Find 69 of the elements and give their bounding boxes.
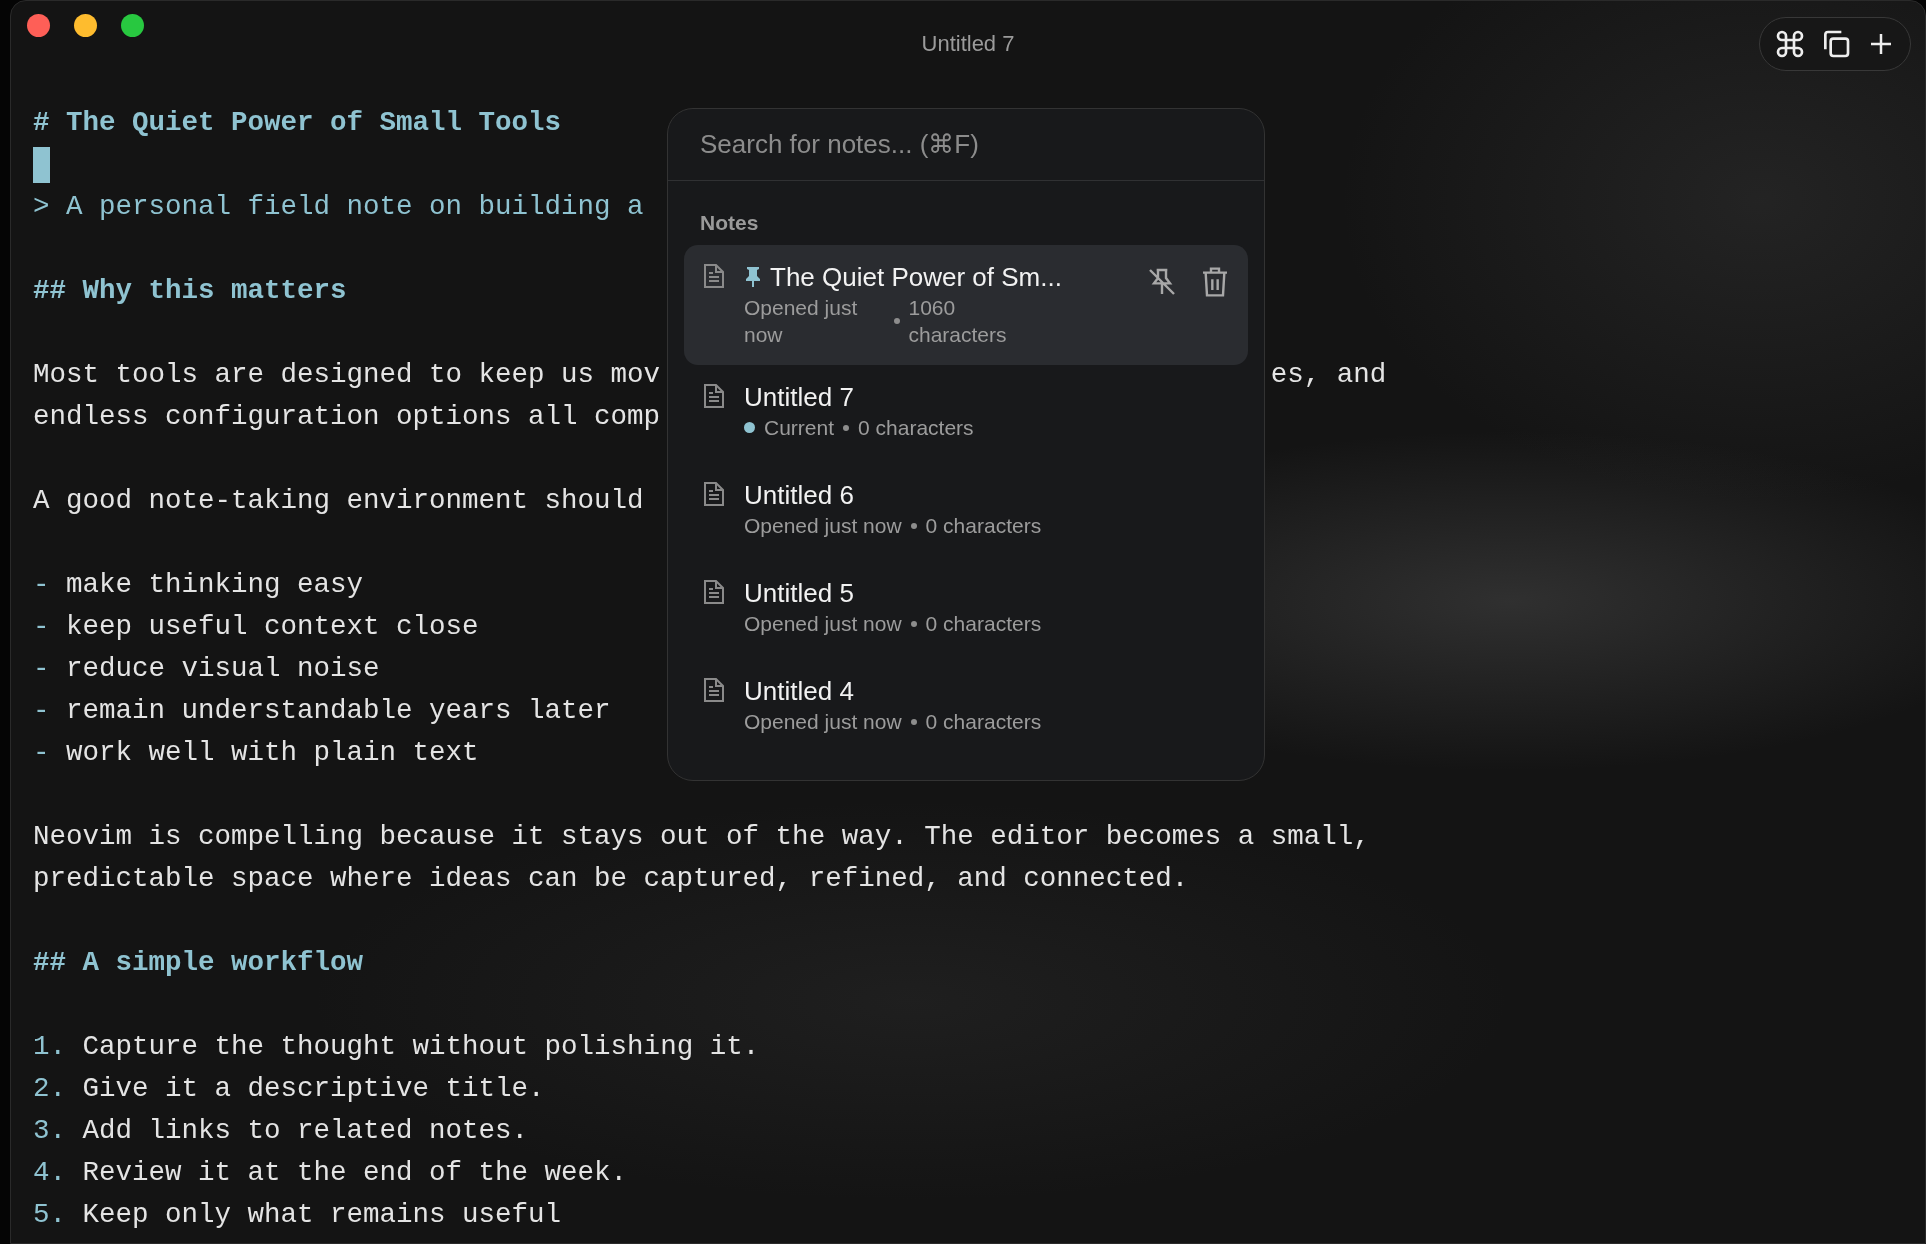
list-marker: - (33, 737, 50, 768)
note-status: Opened just now (744, 295, 859, 348)
subheading-line: ## Why this matters (33, 274, 347, 308)
window-title: Untitled 7 (921, 31, 1015, 56)
note-title: Untitled 7 (744, 382, 854, 412)
document-icon (702, 578, 726, 606)
text-line: A good note-taking environment should (33, 484, 644, 518)
list-item-text: make thinking easy (66, 569, 364, 600)
separator-dot (843, 424, 850, 431)
list-item-text: keep useful context close (66, 611, 479, 642)
list-marker: 1. (33, 1031, 66, 1062)
list-item-text: work well with plain text (66, 737, 479, 768)
list-marker: - (33, 653, 50, 684)
separator-dot (910, 718, 917, 725)
list-item-text: Capture the thought without polishing it. (82, 1031, 760, 1062)
list-item-text: Review it at the end of the week. (82, 1157, 628, 1188)
minimize-button[interactable] (74, 13, 97, 37)
list-marker: 3. (33, 1115, 66, 1146)
text-line: endless configuration options all comp (33, 400, 661, 434)
search-field[interactable]: Search for notes... (⌘F) (668, 109, 1264, 181)
note-item[interactable]: Untitled 4 Opened just now 0 characters (684, 663, 1248, 748)
note-size: 0 characters (925, 611, 1042, 637)
list-marker: - (33, 695, 50, 726)
note-title: Untitled 4 (744, 676, 854, 706)
text-line: es, and (1270, 358, 1387, 392)
note-item[interactable]: Untitled 6 Opened just now 0 characters (684, 467, 1248, 552)
list-item-text: reduce visual noise (66, 653, 380, 684)
list-item-text: remain understandable years later (66, 695, 611, 726)
list-item-text: Keep only what remains useful (82, 1199, 562, 1230)
note-status: Opened just now (744, 709, 902, 735)
document-icon (702, 262, 726, 290)
separator-dot (910, 522, 917, 529)
note-status: Opened just now (744, 513, 902, 539)
document-icon (702, 480, 726, 508)
text-line: predictable space where ideas can be captured, refined, and connected. (33, 862, 1189, 896)
quote-line: > A personal field note on building a (33, 190, 644, 224)
list-marker: - (33, 611, 50, 642)
note-title: Untitled 6 (744, 480, 854, 510)
document-icon (702, 676, 726, 704)
command-icon[interactable] (1774, 28, 1806, 60)
note-size: 1060 characters (908, 295, 1008, 348)
section-heading: Notes (700, 211, 759, 235)
note-title: Untitled 5 (744, 578, 854, 608)
document-icon (702, 382, 726, 410)
note-item[interactable]: Untitled 5 Opened just now 0 characters (684, 565, 1248, 650)
list-item-text: Give it a descriptive title. (82, 1073, 545, 1104)
note-title: The Quiet Power of Sm... (770, 262, 1062, 292)
subheading-line: ## A simple workflow (33, 946, 364, 980)
text-line: Neovim is compelling because it stays out of the way. The editor becomes a small, (33, 820, 1370, 854)
text-line: Most tools are designed to keep us mov (33, 358, 661, 392)
note-status: Current (764, 415, 835, 441)
note-item-highlighted[interactable]: The Quiet Power of Sm... Opened just now 1060 characters (684, 245, 1248, 365)
close-button[interactable] (27, 13, 50, 37)
text-cursor (33, 147, 50, 183)
note-size: 0 characters (858, 415, 974, 441)
note-size: 0 characters (925, 513, 1042, 539)
separator-dot (893, 318, 900, 324)
list-marker: 4. (33, 1157, 66, 1188)
list-marker: - (33, 569, 50, 600)
zoom-button[interactable] (121, 13, 144, 37)
list-item-text: Add links to related notes. (82, 1115, 529, 1146)
list-marker: 5. (33, 1199, 66, 1230)
trash-icon[interactable] (1200, 266, 1230, 298)
separator-dot (910, 620, 917, 627)
note-size: 0 characters (925, 709, 1042, 735)
note-item[interactable]: Untitled 7 Current 0 characters (684, 369, 1248, 454)
note-status: Opened just now (744, 611, 902, 637)
list-marker: 2. (33, 1073, 66, 1104)
heading-line: # The Quiet Power of Small Tools (33, 106, 562, 140)
